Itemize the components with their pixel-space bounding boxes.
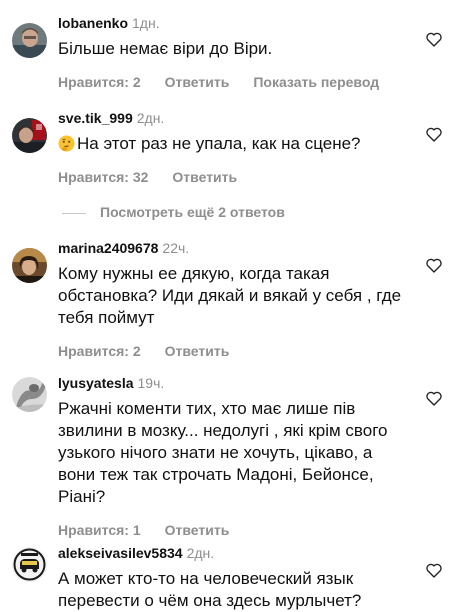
comment-username[interactable]: alekseivasilev5834 — [58, 545, 183, 561]
comment-username[interactable]: marina2409678 — [58, 240, 158, 256]
reply-button[interactable]: Ответить — [165, 74, 230, 90]
comment-text-line: узького нічого знати не хочуть, цікаво, … — [58, 443, 373, 462]
comment-text-line: Ржачні коменти тих, хто має лише пів — [58, 399, 356, 418]
comment-text-line: звилини в мозку... недолугі , які крім с… — [58, 421, 388, 440]
like-heart-icon[interactable] — [426, 258, 442, 273]
thinking-face-icon — [58, 135, 75, 152]
comment-time: 2дн. — [186, 545, 215, 561]
comment-username[interactable]: lobanenko — [58, 15, 128, 31]
comment-username[interactable]: lyusyatesla — [58, 375, 134, 391]
comment-time: 1дн. — [132, 15, 160, 31]
avatar[interactable] — [12, 377, 47, 412]
comment-text-line: перевести о чём она здесь мурлычет? — [58, 591, 362, 610]
comment-text-line-text: На этот раз не упала, как на сцене? — [77, 134, 361, 153]
avatar[interactable] — [12, 118, 47, 153]
comment-text-line: вони теж так строчать Мадоні, Бейонсе, — [58, 465, 374, 484]
avatar[interactable] — [12, 547, 47, 582]
avatar[interactable] — [12, 248, 47, 283]
comment-text: Більше немає віри до Віри. — [58, 38, 408, 60]
reply-button[interactable]: Ответить — [165, 343, 230, 359]
likes-count[interactable]: Нравится: 32 — [58, 169, 148, 185]
avatar[interactable] — [12, 23, 47, 58]
comment-text-line: тебя поймут — [58, 308, 155, 327]
comment-time: 22ч. — [162, 240, 190, 256]
comment-username[interactable]: sve.tik_999 — [58, 110, 133, 126]
likes-count[interactable]: Нравится: 2 — [58, 74, 141, 90]
like-heart-icon[interactable] — [426, 563, 442, 578]
comment-text-line: Більше немає віри до Віри. — [58, 39, 273, 58]
comment-text-line: Ріані? — [58, 487, 106, 506]
likes-count[interactable]: Нравится: 2 — [58, 343, 141, 359]
comment-text: На этот раз не упала, как на сцене? — [58, 133, 408, 155]
comment-text-line: А может кто-то на человеческий язык — [58, 569, 354, 588]
comment-text-line: Кому нужны ее дякую, когда такая — [58, 264, 330, 283]
comment-text-line: обстановка? Иди дякай и вякай у себя , г… — [58, 286, 402, 305]
like-heart-icon[interactable] — [426, 32, 442, 47]
view-more-replies-label: Посмотреть ещё 2 ответов — [100, 204, 285, 220]
comment-text: Кому нужны ее дякую, когда такая обстано… — [58, 263, 408, 329]
view-more-replies-button[interactable]: Посмотреть ещё 2 ответов — [58, 203, 285, 221]
likes-count[interactable]: Нравится: 1 — [58, 522, 141, 538]
like-heart-icon[interactable] — [426, 127, 442, 142]
comment-text: А может кто-то на человеческий язык пере… — [58, 568, 408, 612]
comment-time: 2дн. — [136, 110, 165, 126]
translate-button[interactable]: Показать перевод — [253, 74, 379, 90]
replies-divider — [62, 212, 86, 214]
comment-time: 19ч. — [137, 375, 165, 391]
comment-text-line: На этот раз не упала, как на сцене? — [58, 133, 408, 155]
comment-text: Ржачні коменти тих, хто має лише пів зви… — [58, 398, 408, 508]
like-heart-icon[interactable] — [426, 391, 442, 406]
reply-button[interactable]: Ответить — [165, 522, 230, 538]
reply-button[interactable]: Ответить — [172, 169, 237, 185]
